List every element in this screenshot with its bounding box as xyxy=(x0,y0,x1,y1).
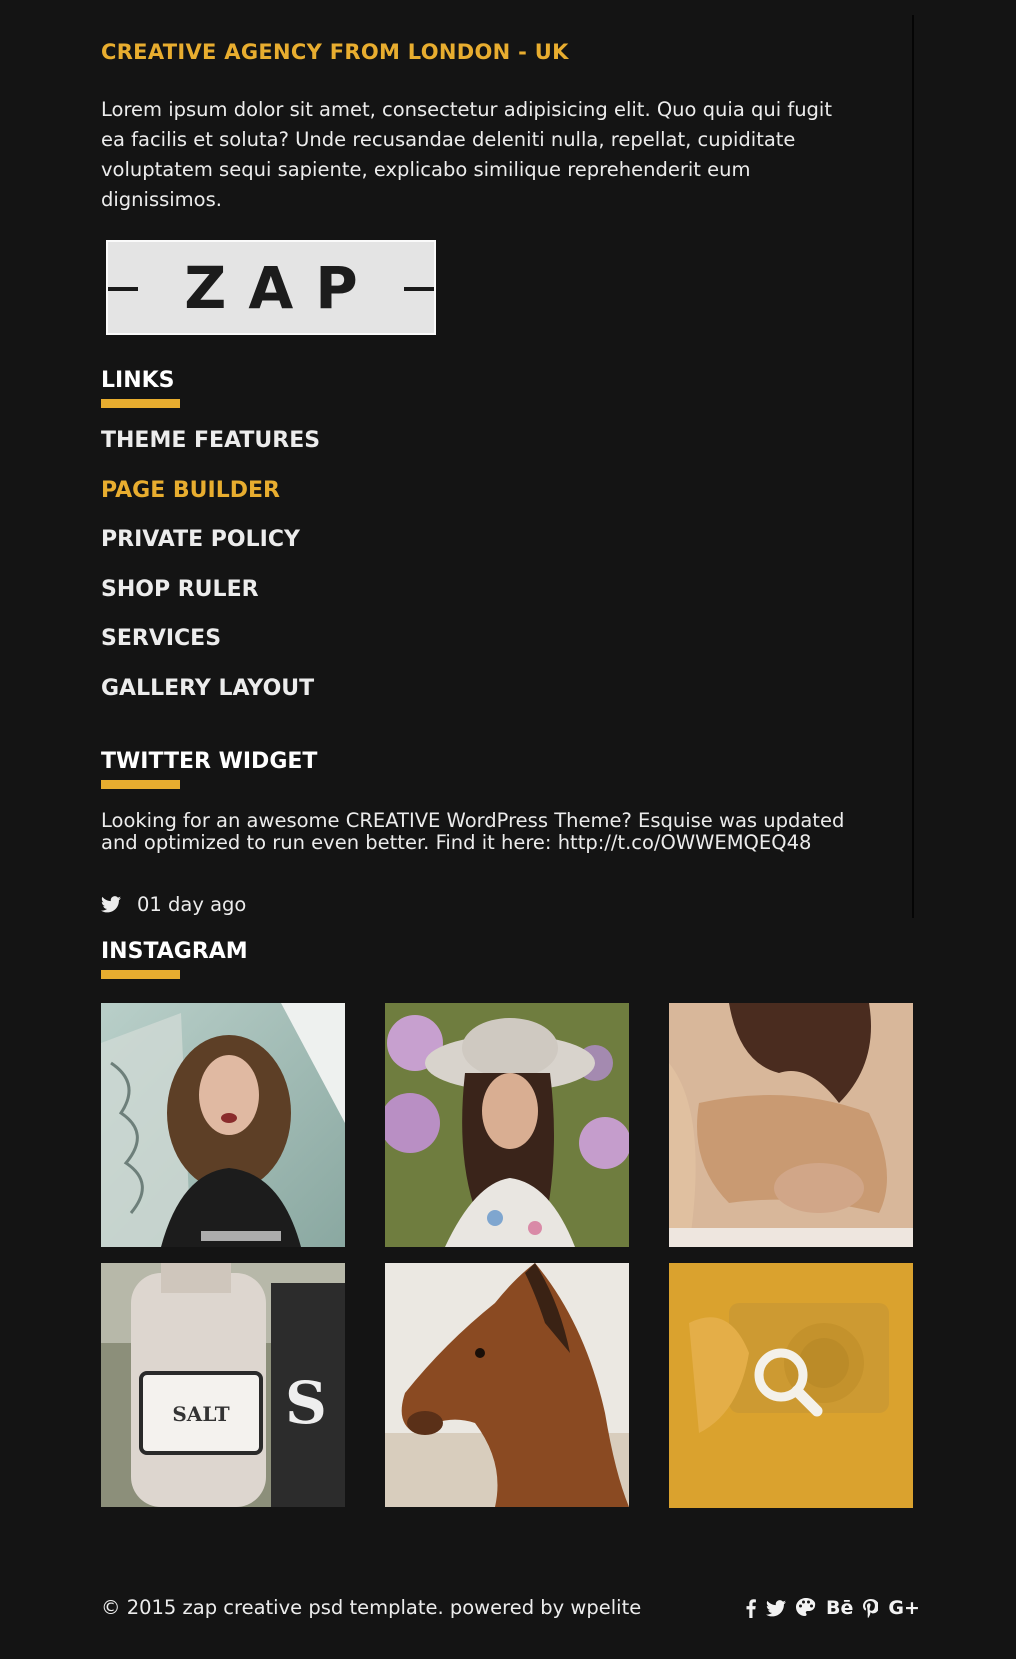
link-services[interactable]: SERVICES xyxy=(101,626,221,651)
links-item: THEME FEATURES xyxy=(101,428,320,478)
instagram-title: INSTAGRAM xyxy=(101,939,248,964)
links-item: PAGE BUILDER xyxy=(101,478,320,528)
link-private-policy[interactable]: PRIVATE POLICY xyxy=(101,527,300,552)
twitter-icon xyxy=(101,896,121,913)
instagram-photo-3[interactable] xyxy=(669,1003,913,1247)
logo-dash-right xyxy=(404,287,434,291)
about-headline: CREATIVE AGENCY FROM LONDON - UK xyxy=(101,40,569,64)
links-item: GALLERY LAYOUT xyxy=(101,676,320,726)
svg-text:S: S xyxy=(285,1369,327,1437)
pinterest-icon[interactable] xyxy=(863,1598,879,1618)
twitter-icon[interactable] xyxy=(766,1599,786,1617)
twitter-title-underline xyxy=(101,780,180,789)
instagram-photo-6[interactable] xyxy=(669,1263,913,1508)
instagram-photo-4[interactable]: SALT S xyxy=(101,1263,345,1507)
logo-wordmark: ZAP xyxy=(184,253,380,322)
instagram-grid: SALT S xyxy=(101,1003,914,1508)
instagram-photo-1[interactable] xyxy=(101,1003,345,1247)
tweet-time: 01 day ago xyxy=(137,893,247,916)
instagram-photo-5[interactable] xyxy=(385,1263,629,1507)
link-gallery-layout[interactable]: GALLERY LAYOUT xyxy=(101,676,314,701)
column-divider xyxy=(912,15,914,918)
social-links: Bē G+ xyxy=(746,1596,920,1620)
about-text: Lorem ipsum dolor sit amet, consectetur … xyxy=(101,98,832,211)
links-item: SHOP RULER xyxy=(101,577,320,627)
svg-text:SALT: SALT xyxy=(172,1402,229,1426)
google-plus-icon[interactable]: G+ xyxy=(888,1597,920,1619)
links-title-underline xyxy=(101,399,180,408)
link-theme-features[interactable]: THEME FEATURES xyxy=(101,428,320,453)
palette-icon[interactable] xyxy=(796,1598,816,1618)
tweet-meta: 01 day ago xyxy=(101,893,246,916)
links-item: PRIVATE POLICY xyxy=(101,527,320,577)
link-shop-ruler[interactable]: SHOP RULER xyxy=(101,577,259,602)
link-page-builder[interactable]: PAGE BUILDER xyxy=(101,478,280,503)
links-title: LINKS xyxy=(101,368,175,393)
twitter-title: TWITTER WIDGET xyxy=(101,749,318,774)
facebook-icon[interactable] xyxy=(746,1598,756,1618)
links-list: THEME FEATURES PAGE BUILDER PRIVATE POLI… xyxy=(101,428,320,725)
links-item: SERVICES xyxy=(101,626,320,676)
logo-dash-left xyxy=(108,287,138,291)
tweet-text: Looking for an awesome CREATIVE WordPres… xyxy=(101,809,845,854)
behance-icon[interactable]: Bē xyxy=(826,1597,853,1619)
instagram-photo-2[interactable] xyxy=(385,1003,629,1247)
footer-copyright: © 2015 zap creative psd template. powere… xyxy=(101,1596,642,1619)
zap-logo: ZAP xyxy=(106,240,436,335)
instagram-title-underline xyxy=(101,970,180,979)
